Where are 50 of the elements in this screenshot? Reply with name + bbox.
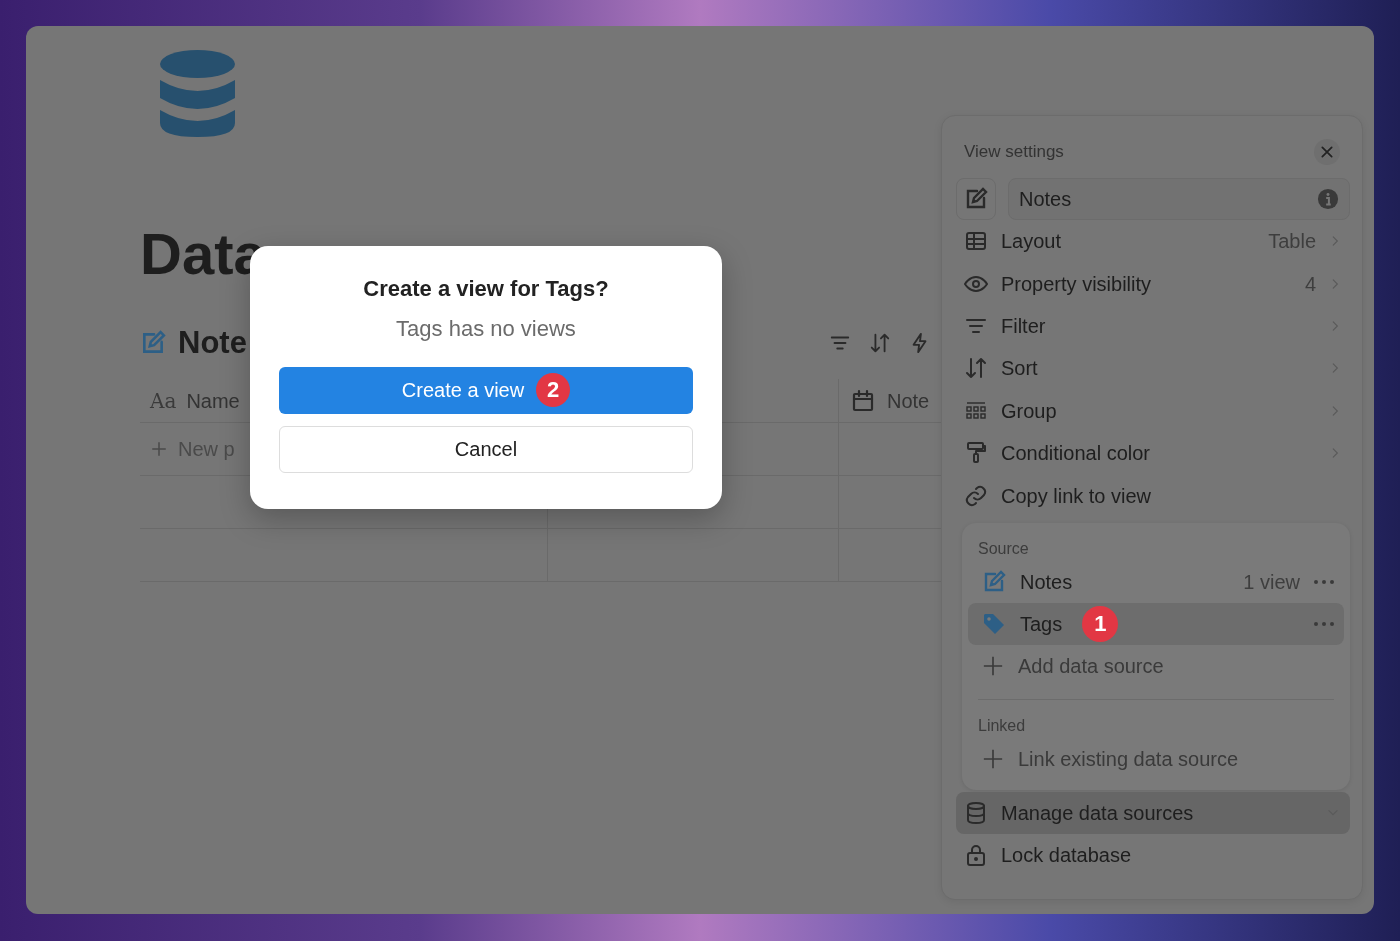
view-name-text: Notes bbox=[1019, 187, 1072, 212]
plus-icon[interactable] bbox=[150, 440, 168, 458]
info-icon bbox=[1317, 188, 1339, 210]
database-icon bbox=[160, 50, 235, 137]
view-count: 1 view bbox=[1243, 569, 1300, 595]
text-type-icon: Aa bbox=[150, 385, 177, 416]
add-data-source-button[interactable]: Add data source bbox=[968, 644, 1344, 687]
tag-icon bbox=[982, 611, 1006, 636]
link-icon bbox=[964, 483, 988, 508]
link-data-source-button[interactable]: Link existing data source bbox=[968, 737, 1344, 780]
view-name-field[interactable]: Notes bbox=[1008, 178, 1350, 220]
plus-icon bbox=[982, 654, 1004, 677]
calendar-icon bbox=[851, 388, 875, 413]
paint-roller-icon bbox=[964, 441, 988, 466]
close-icon bbox=[1320, 145, 1334, 159]
menu-item[interactable]: Sort bbox=[956, 347, 1350, 390]
menu-item[interactable]: Group bbox=[956, 389, 1350, 432]
column-header: Name bbox=[186, 388, 240, 414]
edit-icon bbox=[964, 187, 988, 211]
dialog-message: Tags has no views bbox=[395, 316, 577, 343]
dialog-title: Create a view for Tags? bbox=[362, 276, 610, 303]
column-header: Note bbox=[887, 388, 930, 414]
menu-item[interactable]: Copy link to view bbox=[956, 474, 1350, 517]
menu-item[interactable]: Layout Table bbox=[956, 220, 1350, 263]
source-item[interactable]: Notes 1 view bbox=[968, 560, 1344, 603]
create-view-button[interactable]: Create a view 2 bbox=[279, 366, 693, 414]
edit-icon bbox=[140, 330, 166, 356]
step-number-badge: 2 bbox=[536, 373, 571, 408]
menu-item[interactable]: Filter bbox=[956, 304, 1350, 348]
close-button[interactable] bbox=[1314, 139, 1340, 165]
lock-icon bbox=[964, 843, 988, 868]
sort-icon bbox=[964, 356, 988, 381]
menu-item[interactable]: Manage data sources bbox=[956, 791, 1350, 835]
step-number-badge: 1 bbox=[1082, 605, 1119, 642]
cancel-button[interactable]: Cancel bbox=[279, 425, 693, 473]
section-heading: Linked bbox=[977, 715, 1027, 736]
edit-icon bbox=[982, 569, 1006, 594]
panel-title: View settings bbox=[964, 141, 1064, 164]
source-name: Notes bbox=[1020, 569, 1073, 595]
source-name: Tags bbox=[1020, 611, 1063, 637]
menu-item[interactable]: Property visibility 4 bbox=[956, 262, 1350, 305]
plus-icon bbox=[982, 747, 1004, 770]
source-item[interactable]: Tags 1 bbox=[968, 602, 1344, 645]
sort-icon[interactable] bbox=[869, 332, 891, 354]
icon-button[interactable] bbox=[956, 178, 996, 220]
database-title: Note bbox=[178, 323, 247, 362]
menu-item[interactable]: Lock database bbox=[956, 834, 1350, 877]
section-heading: Source bbox=[977, 538, 1030, 559]
menu-item[interactable]: Conditional color bbox=[956, 431, 1350, 475]
database-outline-icon bbox=[964, 800, 988, 825]
